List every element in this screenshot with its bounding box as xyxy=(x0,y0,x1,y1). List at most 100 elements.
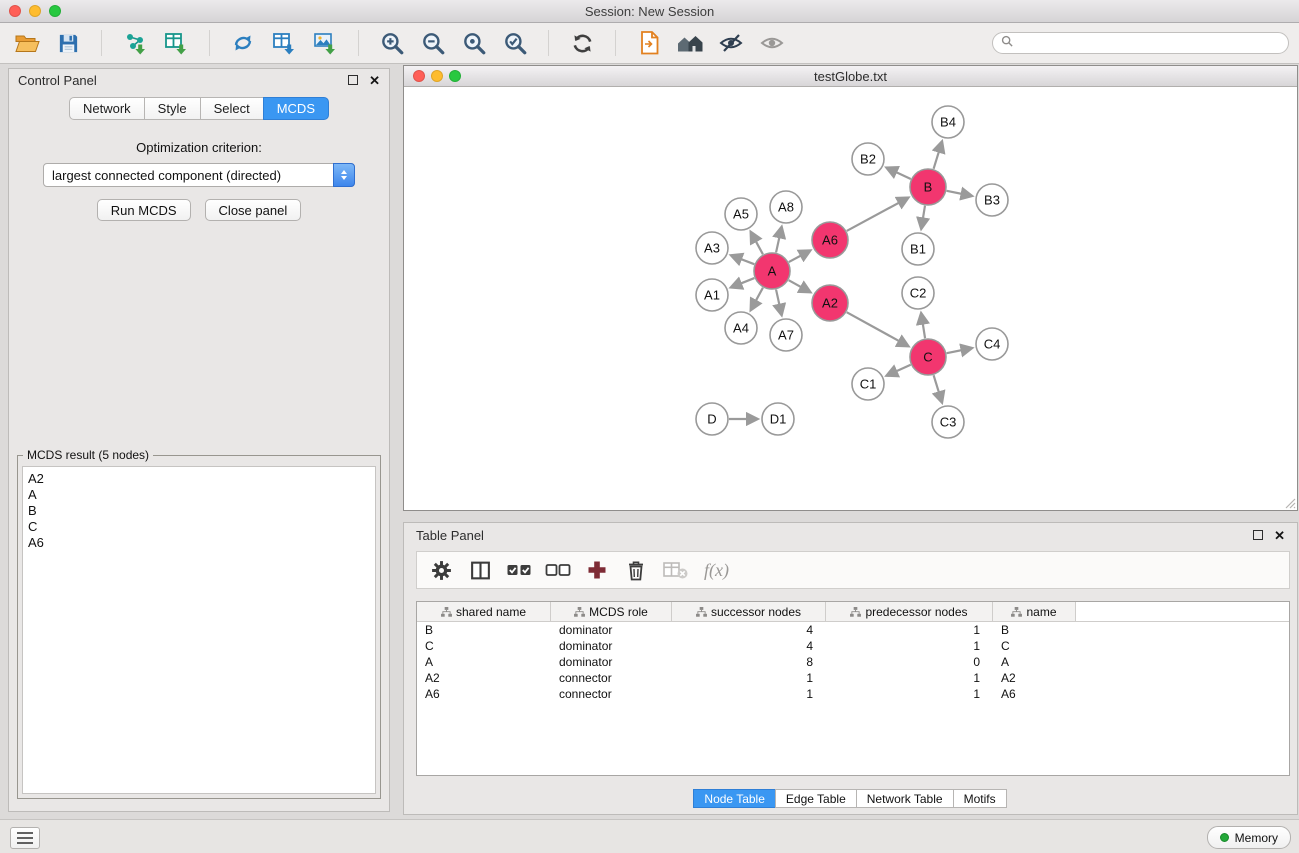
node-B[interactable]: B xyxy=(910,169,946,205)
run-mcds-button[interactable]: Run MCDS xyxy=(97,199,191,221)
column-header-successor-nodes[interactable]: successor nodes xyxy=(672,602,826,621)
table-row[interactable]: Cdominator41C xyxy=(417,638,1289,654)
network-doc-icon[interactable] xyxy=(632,27,666,59)
network-close-button[interactable] xyxy=(413,70,425,82)
panel-menu-button[interactable] xyxy=(10,827,40,849)
edge-A-A8[interactable] xyxy=(776,228,781,252)
select-all-icon[interactable] xyxy=(504,555,534,585)
node-A4[interactable]: A4 xyxy=(725,312,757,344)
style-preview-icon[interactable] xyxy=(714,27,748,59)
zoom-fit-icon[interactable] xyxy=(457,27,491,59)
network-minimize-button[interactable] xyxy=(431,70,443,82)
edge-B-B1[interactable] xyxy=(922,206,925,228)
tab-motifs[interactable]: Motifs xyxy=(953,789,1007,808)
node-A1[interactable]: A1 xyxy=(696,279,728,311)
refresh-icon[interactable] xyxy=(565,27,599,59)
edge-C-C1[interactable] xyxy=(888,365,911,375)
tab-network[interactable]: Network xyxy=(69,97,145,120)
close-panel-icon[interactable]: ✕ xyxy=(369,74,380,87)
close-window-button[interactable] xyxy=(9,5,21,17)
table-row[interactable]: Adominator80A xyxy=(417,654,1289,670)
edge-C-C3[interactable] xyxy=(934,375,942,401)
mcds-result-item[interactable]: A2 xyxy=(28,471,370,487)
mcds-result-item[interactable]: A xyxy=(28,487,370,503)
network-canvas[interactable]: B4B2BB3A5A8A6B1A3AC2A1A2A4A7CC4C1C3DD1 xyxy=(404,87,1297,510)
delete-row-icon[interactable] xyxy=(621,555,651,585)
mcds-result-item[interactable]: B xyxy=(28,503,370,519)
node-C1[interactable]: C1 xyxy=(852,368,884,400)
import-table-icon[interactable] xyxy=(159,27,193,59)
function-builder-icon[interactable]: f(x) xyxy=(704,560,729,581)
zoom-in-icon[interactable] xyxy=(375,27,409,59)
edge-A2-C[interactable] xyxy=(847,312,907,345)
delete-table-icon[interactable] xyxy=(660,555,690,585)
network-zoom-button[interactable] xyxy=(449,70,461,82)
eye-icon[interactable] xyxy=(755,27,789,59)
edge-A-A4[interactable] xyxy=(752,288,763,309)
node-D[interactable]: D xyxy=(696,403,728,435)
node-A2[interactable]: A2 xyxy=(812,285,848,321)
node-C3[interactable]: C3 xyxy=(932,406,964,438)
edge-C-C4[interactable] xyxy=(947,348,971,353)
criterion-dropdown[interactable]: largest connected component (directed) xyxy=(43,163,355,187)
node-A5[interactable]: A5 xyxy=(725,198,757,230)
edge-A-A2[interactable] xyxy=(789,280,809,291)
column-header-MCDS-role[interactable]: MCDS role xyxy=(551,602,672,621)
node-A[interactable]: A xyxy=(754,253,790,289)
export-image-icon[interactable] xyxy=(308,27,342,59)
export-network-icon[interactable] xyxy=(226,27,260,59)
node-B4[interactable]: B4 xyxy=(932,106,964,138)
node-A7[interactable]: A7 xyxy=(770,319,802,351)
tab-edge-table[interactable]: Edge Table xyxy=(775,789,857,808)
tab-mcds[interactable]: MCDS xyxy=(263,97,329,120)
column-header-predecessor-nodes[interactable]: predecessor nodes xyxy=(826,602,993,621)
mcds-result-item[interactable]: C xyxy=(28,519,370,535)
node-B1[interactable]: B1 xyxy=(902,233,934,265)
edge-B-B3[interactable] xyxy=(947,191,971,196)
tab-node-table[interactable]: Node Table xyxy=(693,789,776,808)
float-panel-icon[interactable] xyxy=(348,75,358,85)
column-header-name[interactable]: name xyxy=(993,602,1076,621)
network-graph[interactable]: B4B2BB3A5A8A6B1A3AC2A1A2A4A7CC4C1C3DD1 xyxy=(404,87,1297,510)
zoom-selected-icon[interactable] xyxy=(498,27,532,59)
node-D1[interactable]: D1 xyxy=(762,403,794,435)
edge-A-A5[interactable] xyxy=(752,233,763,254)
resize-grip-icon[interactable] xyxy=(1284,497,1296,509)
tab-select[interactable]: Select xyxy=(200,97,264,120)
edge-C-C2[interactable] xyxy=(921,315,925,338)
edge-A-A6[interactable] xyxy=(789,251,809,262)
table-row[interactable]: A6connector11A6 xyxy=(417,686,1289,702)
table-row[interactable]: A2connector11A2 xyxy=(417,670,1289,686)
tab-style[interactable]: Style xyxy=(144,97,201,120)
edge-A-A7[interactable] xyxy=(776,290,781,314)
settings-icon[interactable] xyxy=(426,555,456,585)
table-float-icon[interactable] xyxy=(1253,530,1263,540)
tab-network-table[interactable]: Network Table xyxy=(856,789,954,808)
export-table-icon[interactable] xyxy=(267,27,301,59)
open-file-icon[interactable] xyxy=(10,27,44,59)
import-network-icon[interactable] xyxy=(118,27,152,59)
edge-A-A1[interactable] xyxy=(732,278,754,287)
search-input[interactable] xyxy=(1018,35,1280,51)
mcds-result-item[interactable]: A6 xyxy=(28,535,370,551)
node-C2[interactable]: C2 xyxy=(902,277,934,309)
memory-button[interactable]: Memory xyxy=(1207,826,1291,849)
edge-B-B2[interactable] xyxy=(888,168,911,179)
close-panel-button[interactable]: Close panel xyxy=(205,199,302,221)
edge-A6-B[interactable] xyxy=(847,198,907,231)
zoom-out-icon[interactable] xyxy=(416,27,450,59)
node-A8[interactable]: A8 xyxy=(770,191,802,223)
add-row-icon[interactable] xyxy=(582,555,612,585)
node-A6[interactable]: A6 xyxy=(812,222,848,258)
column-header-shared-name[interactable]: shared name xyxy=(417,602,551,621)
edge-A-A3[interactable] xyxy=(733,256,755,264)
split-column-icon[interactable] xyxy=(465,555,495,585)
node-A3[interactable]: A3 xyxy=(696,232,728,264)
node-B3[interactable]: B3 xyxy=(976,184,1008,216)
zoom-window-button[interactable] xyxy=(49,5,61,17)
deselect-all-icon[interactable] xyxy=(543,555,573,585)
node-C[interactable]: C xyxy=(910,339,946,375)
edge-B-B4[interactable] xyxy=(934,143,942,169)
home-icon[interactable] xyxy=(673,27,707,59)
node-B2[interactable]: B2 xyxy=(852,143,884,175)
